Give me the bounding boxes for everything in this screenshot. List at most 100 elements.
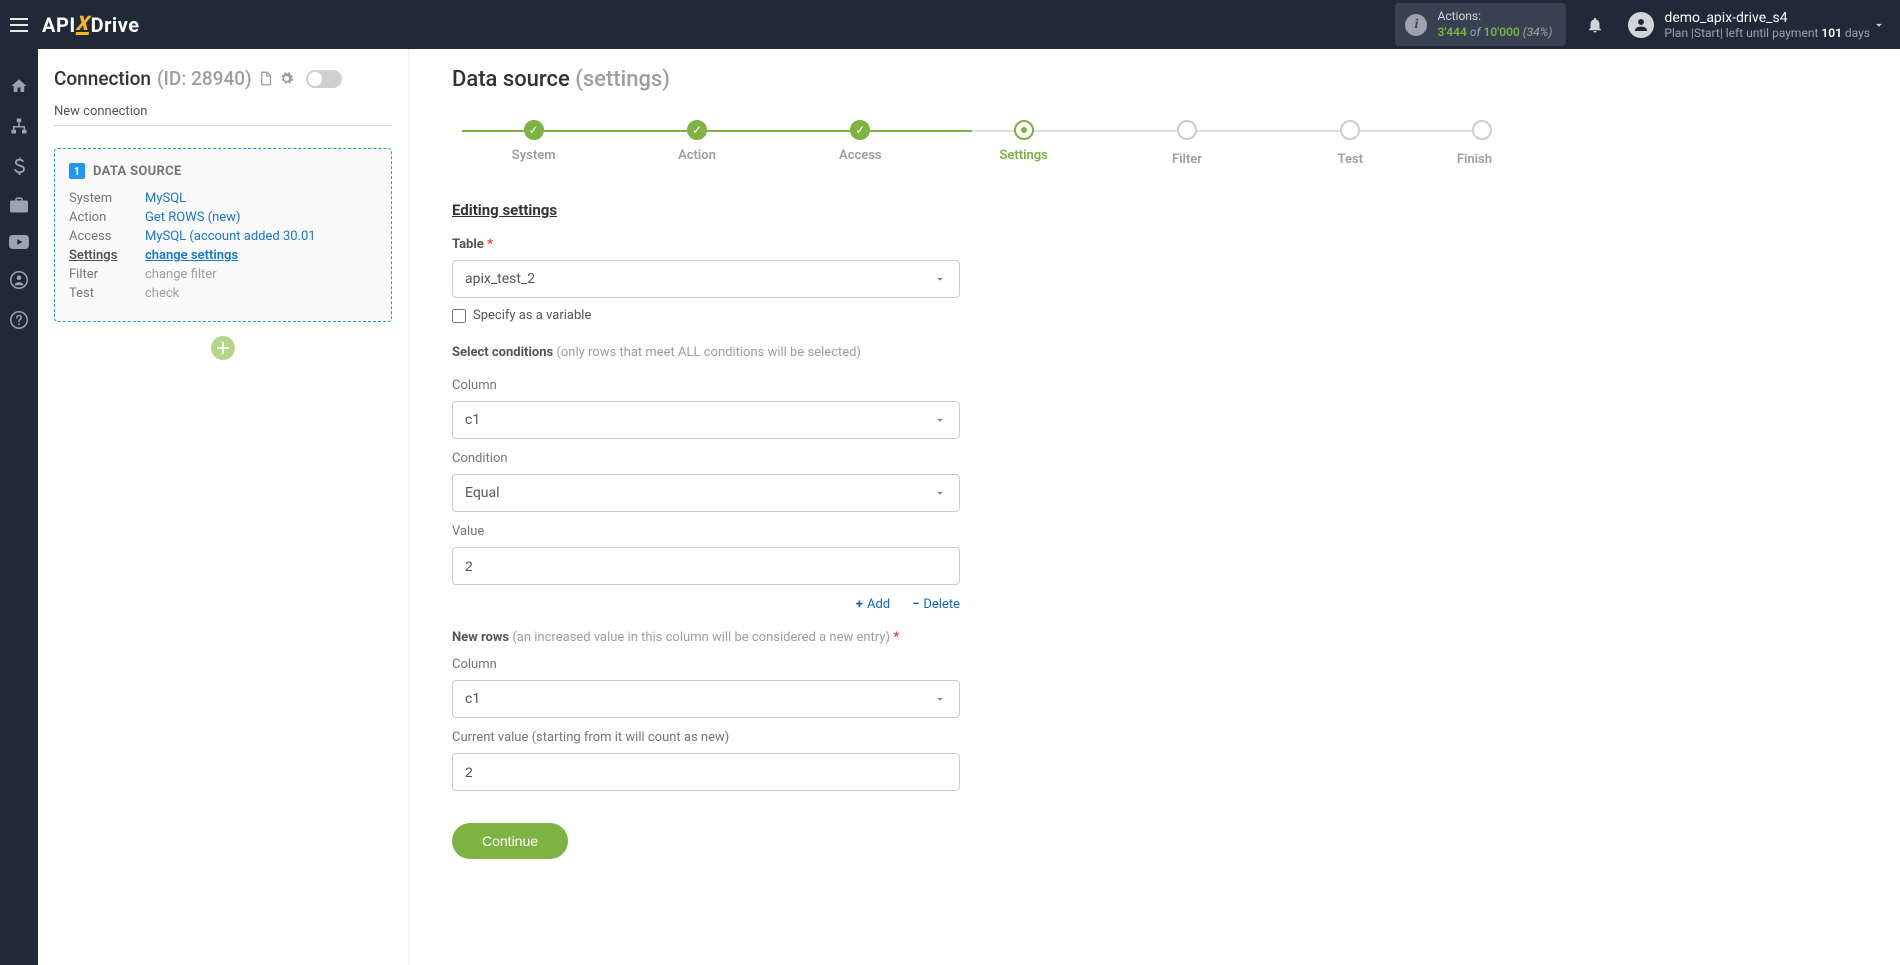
menu-toggle[interactable] [0,0,38,49]
current-value-label: Current value (starting from it will cou… [452,730,960,745]
connection-id: (ID: 28940) [157,67,252,90]
stepper: ✓System ✓Action ✓Access Settings Filter … [452,120,1492,167]
sidebar-home[interactable] [0,77,38,95]
add-condition-button[interactable]: + Add [856,597,890,612]
column-value: c1 [465,412,480,428]
chevron-down-icon [933,692,947,706]
ds-link-system[interactable]: MySQL [145,191,186,206]
plus-icon [217,342,229,354]
avatar [1628,12,1654,38]
file-icon [258,71,273,86]
ds-row-test: Test check [69,286,377,301]
select-conditions-label: Select conditions (only rows that meet A… [452,345,960,360]
nr-column-select[interactable]: c1 [452,680,960,718]
sidebar-help[interactable] [0,311,38,329]
left-panel: Connection (ID: 28940) New connection 1 … [38,49,408,965]
settings-form: Table * apix_test_2 Specify as a variabl… [452,237,960,859]
ds-row-action: Action Get ROWS (new) [69,210,377,225]
logo-text-x: X [75,15,91,35]
connection-toggle[interactable] [306,70,342,88]
current-value-input[interactable] [465,764,947,780]
ds-link-settings[interactable]: change settings [145,248,238,263]
ds-row-access: Access MySQL (account added 30.01 [69,229,377,244]
table-select[interactable]: apix_test_2 [452,260,960,298]
ds-row-settings: Settings change settings [69,248,377,263]
notifications-button[interactable] [1586,16,1604,34]
right-panel: Data source (settings) ✓System ✓Action ✓… [410,49,1900,965]
current-value-input-wrapper [452,753,960,791]
actions-label: Actions: [1437,9,1552,25]
table-label: Table * [452,237,960,252]
nr-column-value: c1 [465,691,480,707]
user-name: demo_apix-drive_s4 [1664,10,1870,26]
logo[interactable]: APIXDrive [38,13,140,37]
continue-button[interactable]: Continue [452,823,568,859]
step-test[interactable]: Test [1269,120,1432,167]
chevron-down-icon[interactable] [1872,18,1886,32]
step-finish[interactable]: Finish [1432,120,1492,167]
actions-pct: (34%) [1523,25,1553,39]
delete-condition-button[interactable]: − Delete [912,597,960,612]
page-title: Data source (settings) [452,67,1900,92]
nr-column-label: Column [452,657,960,672]
specify-variable-row: Specify as a variable [452,308,960,323]
topbar-right: i Actions: 3'444 of 10'000 (34%) demo_ap… [1395,0,1900,49]
connection-header: Connection (ID: 28940) [54,67,392,90]
condition-label: Condition [452,451,960,466]
column-label: Column [452,378,960,393]
gear-icon [279,71,294,86]
sidebar [0,49,38,965]
copy-button[interactable] [258,71,273,86]
main: Connection (ID: 28940) New connection 1 … [38,49,1900,965]
user-text: demo_apix-drive_s4 Plan |Start| left unt… [1664,10,1870,40]
actions-counter[interactable]: i Actions: 3'444 of 10'000 (34%) [1395,3,1566,46]
value-input-wrapper [452,547,960,585]
new-rows-label: New rows (an increased value in this col… [452,630,960,645]
column-select[interactable]: c1 [452,401,960,439]
help-icon [10,311,28,329]
step-filter[interactable]: Filter [1105,120,1268,167]
user-menu[interactable]: demo_apix-drive_s4 Plan |Start| left unt… [1628,10,1900,40]
data-source-title: 1 DATA SOURCE [69,163,377,179]
ds-row-system: System MySQL [69,191,377,206]
sidebar-billing[interactable] [0,157,38,175]
logo-text-api: API [42,13,76,37]
condition-value: Equal [465,485,500,501]
info-icon: i [1405,14,1427,36]
condition-select[interactable]: Equal [452,474,960,512]
actions-total: 10'000 [1484,25,1520,39]
ds-link-action[interactable]: Get ROWS (new) [145,210,240,225]
add-step-button[interactable] [211,336,235,360]
dollar-icon [14,157,25,175]
value-input[interactable] [465,558,947,574]
ds-link-filter: change filter [145,267,217,282]
actions-text: Actions: 3'444 of 10'000 (34%) [1437,9,1552,40]
ds-row-filter: Filter change filter [69,267,377,282]
sitemap-icon [10,117,28,135]
youtube-icon [9,235,29,249]
actions-of: of [1470,25,1481,39]
sidebar-video[interactable] [0,235,38,249]
step-access[interactable]: ✓Access [779,120,942,163]
sidebar-connections[interactable] [0,117,38,135]
sidebar-tools[interactable] [0,197,38,213]
new-connection-link[interactable]: New connection [54,104,392,126]
user-circle-icon [10,271,28,289]
step-settings[interactable]: Settings [942,120,1105,163]
data-source-title-text: DATA SOURCE [93,164,182,179]
settings-button[interactable] [279,71,294,86]
sidebar-account[interactable] [0,271,38,289]
topbar: APIXDrive i Actions: 3'444 of 10'000 (34… [0,0,1900,49]
condition-actions: + Add − Delete [452,597,960,612]
bell-icon [1586,16,1604,34]
value-label: Value [452,524,960,539]
ds-link-access[interactable]: MySQL (account added 30.01 [145,229,316,244]
user-icon [1632,16,1650,34]
ds-link-test: check [145,286,179,301]
specify-variable-checkbox[interactable] [452,309,466,323]
data-source-box: 1 DATA SOURCE System MySQL Action Get RO… [54,148,392,322]
step-system[interactable]: ✓System [452,120,615,163]
step-action[interactable]: ✓Action [615,120,778,163]
section-title: Editing settings [452,201,1900,219]
connection-label: Connection [54,67,151,90]
